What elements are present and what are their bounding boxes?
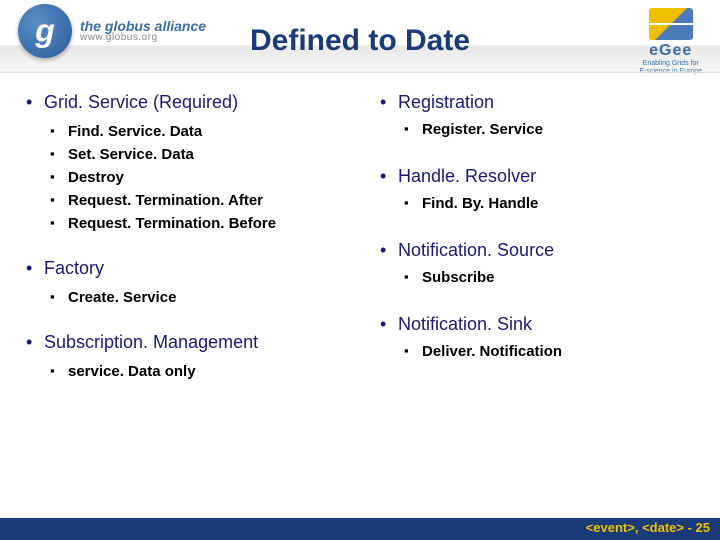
item-label: Notification. Sink <box>398 314 532 334</box>
sub-item: Find. By. Handle <box>398 195 698 212</box>
sub-item: Set. Service. Data <box>44 146 344 163</box>
egee-name: eGee <box>639 42 702 60</box>
globus-logo: g the globus alliance www.globus.org <box>18 4 206 58</box>
page-title: Defined to Date <box>250 24 470 58</box>
list-item: Factory Create. Service <box>22 258 344 306</box>
sub-item: Request. Termination. After <box>44 192 344 209</box>
list-item: Subscription. Management service. Data o… <box>22 332 344 380</box>
globus-icon: g <box>18 4 72 58</box>
egee-icon <box>649 8 693 40</box>
footer: <event>, <date> - 25 <box>0 518 720 540</box>
sub-item: Request. Termination. Before <box>44 215 344 232</box>
list-item: Grid. Service (Required) Find. Service. … <box>22 92 344 232</box>
footer-text: <event>, <date> - 25 <box>586 520 710 535</box>
item-label: Handle. Resolver <box>398 166 536 186</box>
item-label: Notification. Source <box>398 240 554 260</box>
item-label: Registration <box>398 92 494 112</box>
egee-logo: eGee Enabling Grids for E-science in Eur… <box>639 8 702 75</box>
globus-line2: www.globus.org <box>80 33 206 43</box>
list-item: Notification. Source Subscribe <box>376 240 698 286</box>
egee-tagline: Enabling Grids for E-science in Europe <box>639 60 702 75</box>
content: Grid. Service (Required) Find. Service. … <box>0 92 720 406</box>
right-column: Registration Register. Service Handle. R… <box>344 92 698 406</box>
globus-line1: the globus alliance <box>80 19 206 33</box>
header: g the globus alliance www.globus.org Def… <box>0 0 720 70</box>
item-label: Subscription. Management <box>44 332 258 352</box>
item-label: Grid. Service (Required) <box>44 92 238 112</box>
sub-item: Find. Service. Data <box>44 123 344 140</box>
list-item: Notification. Sink Deliver. Notification <box>376 314 698 360</box>
sub-item: Register. Service <box>398 121 698 138</box>
sub-item: Subscribe <box>398 269 698 286</box>
sub-item: service. Data only <box>44 363 344 380</box>
item-label: Factory <box>44 258 104 278</box>
globus-g: g <box>35 13 55 50</box>
left-column: Grid. Service (Required) Find. Service. … <box>22 92 344 406</box>
sub-item: Deliver. Notification <box>398 343 698 360</box>
sub-item: Create. Service <box>44 289 344 306</box>
sub-item: Destroy <box>44 169 344 186</box>
list-item: Handle. Resolver Find. By. Handle <box>376 166 698 212</box>
list-item: Registration Register. Service <box>376 92 698 138</box>
